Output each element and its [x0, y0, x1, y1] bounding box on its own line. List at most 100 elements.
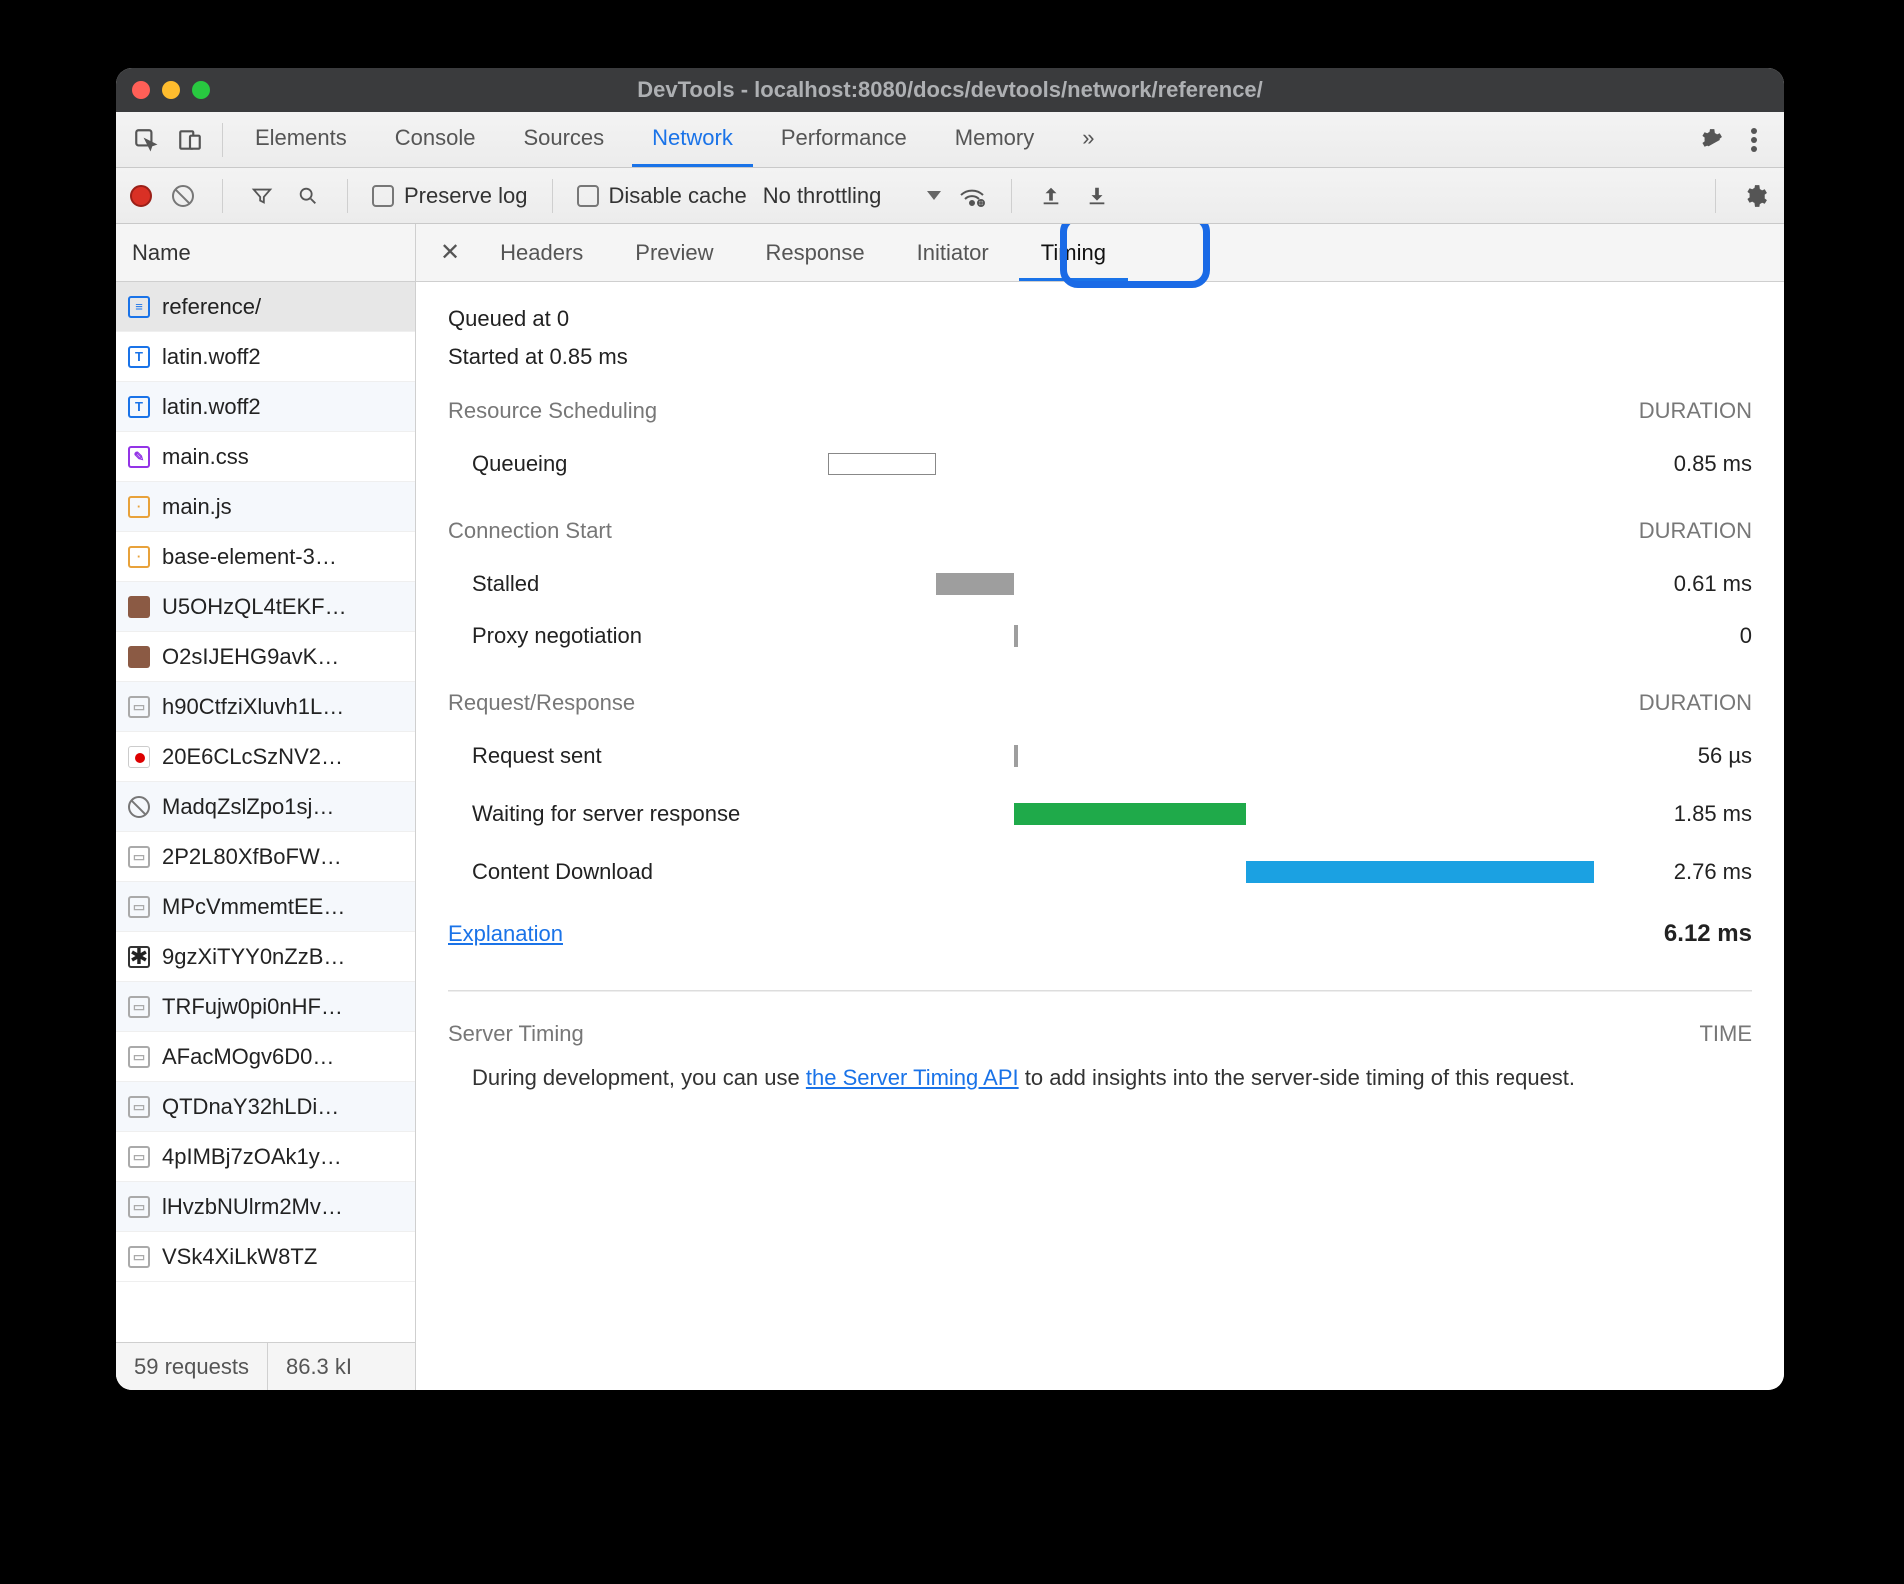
- request-row[interactable]: MadqZslZpo1sj…: [116, 782, 415, 832]
- request-row[interactable]: ·base-element-3…: [116, 532, 415, 582]
- window-zoom[interactable]: [192, 81, 210, 99]
- detail-tab-preview[interactable]: Preview: [613, 224, 735, 281]
- device-toolbar-icon[interactable]: [170, 120, 210, 160]
- request-row[interactable]: ▭lHvzbNUlrm2Mv…: [116, 1182, 415, 1232]
- request-row[interactable]: 20E6CLcSzNV2…: [116, 732, 415, 782]
- request-name: base-element-3…: [162, 544, 337, 570]
- search-icon[interactable]: [293, 181, 323, 211]
- main-toolbar: Elements Console Sources Network Perform…: [116, 112, 1784, 168]
- timing-panel: Queued at 0 Started at 0.85 ms Resource …: [416, 282, 1784, 1390]
- duration-header: DURATION: [1639, 690, 1752, 716]
- window-close[interactable]: [132, 81, 150, 99]
- network-settings-icon[interactable]: [1740, 181, 1770, 211]
- request-name: AFacMOgv6D0…: [162, 1044, 334, 1070]
- window-title: DevTools - localhost:8080/docs/devtools/…: [116, 77, 1784, 103]
- explanation-link[interactable]: Explanation: [448, 921, 563, 947]
- separator: [222, 179, 223, 213]
- tab-console[interactable]: Console: [375, 112, 496, 167]
- separator: [552, 179, 553, 213]
- detail-tab-initiator[interactable]: Initiator: [895, 224, 1011, 281]
- download-har-icon[interactable]: [1082, 181, 1112, 211]
- status-bar: 59 requests 86.3 kI: [116, 1342, 415, 1390]
- row-value: 1.85 ms: [1602, 801, 1752, 827]
- transfer-size: 86.3 kI: [268, 1343, 370, 1390]
- request-name: latin.woff2: [162, 344, 261, 370]
- row-value: 0.85 ms: [1602, 451, 1752, 477]
- tab-performance[interactable]: Performance: [761, 112, 927, 167]
- timing-row-queueing: Queueing 0.85 ms: [448, 438, 1752, 490]
- queued-label: Queued at 0: [448, 306, 1752, 332]
- settings-icon[interactable]: [1690, 120, 1730, 160]
- request-row[interactable]: ▭2P2L80XfBoFW…: [116, 832, 415, 882]
- separator: [1715, 179, 1716, 213]
- request-row[interactable]: ▭AFacMOgv6D0…: [116, 1032, 415, 1082]
- clear-icon[interactable]: [168, 181, 198, 211]
- upload-har-icon[interactable]: [1036, 181, 1066, 211]
- request-row[interactable]: ▭VSk4XiLkW8TZ: [116, 1232, 415, 1282]
- timing-row-download: Content Download 2.76 ms: [448, 846, 1752, 898]
- request-row[interactable]: ▭4pIMBj7zOAk1y…: [116, 1132, 415, 1182]
- timing-summary: Explanation 6.12 ms: [448, 908, 1752, 960]
- note-text: During development, you can use: [472, 1065, 806, 1090]
- separator: [1011, 179, 1012, 213]
- request-row[interactable]: ▭h90CtfziXluvh1L…: [116, 682, 415, 732]
- section-connection-title: Connection Start: [448, 518, 612, 544]
- main-area: Name ≡reference/Tlatin.woff2Tlatin.woff2…: [116, 224, 1784, 1390]
- throttling-value: No throttling: [763, 183, 882, 209]
- request-row[interactable]: ·main.js: [116, 482, 415, 532]
- filter-icon[interactable]: [247, 181, 277, 211]
- total-time: 6.12 ms: [1664, 920, 1752, 948]
- tab-overflow-icon[interactable]: »: [1062, 112, 1114, 167]
- record-button[interactable]: [130, 185, 152, 207]
- row-value: 0: [1602, 623, 1752, 649]
- request-row[interactable]: ≡reference/: [116, 282, 415, 332]
- request-rows: ≡reference/Tlatin.woff2Tlatin.woff2✎main…: [116, 282, 415, 1342]
- detail-tab-timing[interactable]: Timing: [1019, 224, 1128, 281]
- window-minimize[interactable]: [162, 81, 180, 99]
- disable-cache-checkbox[interactable]: Disable cache: [577, 183, 747, 209]
- throttling-select[interactable]: No throttling: [763, 183, 942, 209]
- kebab-menu-icon[interactable]: [1734, 120, 1774, 160]
- request-row[interactable]: Tlatin.woff2: [116, 382, 415, 432]
- request-name: TRFujw0pi0nHF…: [162, 994, 343, 1020]
- column-header-name[interactable]: Name: [116, 224, 415, 282]
- detail-tab-headers[interactable]: Headers: [478, 224, 605, 281]
- request-name: 2P2L80XfBoFW…: [162, 844, 342, 870]
- request-name: latin.woff2: [162, 394, 261, 420]
- row-label: Queueing: [448, 451, 828, 477]
- duration-header: DURATION: [1639, 518, 1752, 544]
- separator: [222, 123, 223, 157]
- network-conditions-icon[interactable]: [957, 181, 987, 211]
- request-name: MPcVmmemtEE…: [162, 894, 345, 920]
- request-row[interactable]: ▭QTDnaY32hLDi…: [116, 1082, 415, 1132]
- row-label: Waiting for server response: [448, 801, 828, 827]
- server-timing-note: During development, you can use the Serv…: [448, 1061, 1752, 1094]
- request-row[interactable]: ✎main.css: [116, 432, 415, 482]
- row-label: Request sent: [448, 743, 828, 769]
- request-list: Name ≡reference/Tlatin.woff2Tlatin.woff2…: [116, 224, 416, 1390]
- request-row[interactable]: U5OHzQL4tEKF…: [116, 582, 415, 632]
- inspect-element-icon[interactable]: [126, 120, 166, 160]
- section-request-title: Request/Response: [448, 690, 635, 716]
- tab-memory[interactable]: Memory: [935, 112, 1054, 167]
- section-scheduling-title: Resource Scheduling: [448, 398, 657, 424]
- request-row[interactable]: ▭TRFujw0pi0nHF…: [116, 982, 415, 1032]
- preserve-log-checkbox[interactable]: Preserve log: [372, 183, 528, 209]
- tab-elements[interactable]: Elements: [235, 112, 367, 167]
- tab-network[interactable]: Network: [632, 112, 753, 167]
- close-icon[interactable]: ✕: [430, 238, 470, 267]
- detail-tabs: ✕ Headers Preview Response Initiator Tim…: [416, 224, 1784, 282]
- tab-sources[interactable]: Sources: [503, 112, 624, 167]
- detail-tab-response[interactable]: Response: [744, 224, 887, 281]
- request-row[interactable]: O2sIJEHG9avK…: [116, 632, 415, 682]
- request-row[interactable]: ▭MPcVmmemtEE…: [116, 882, 415, 932]
- request-name: VSk4XiLkW8TZ: [162, 1244, 317, 1270]
- request-row[interactable]: Tlatin.woff2: [116, 332, 415, 382]
- devtools-window: DevTools - localhost:8080/docs/devtools/…: [116, 68, 1784, 1390]
- requests-count: 59 requests: [116, 1343, 268, 1390]
- row-value: 2.76 ms: [1602, 859, 1752, 885]
- server-timing-api-link[interactable]: the Server Timing API: [806, 1065, 1019, 1090]
- disable-cache-label: Disable cache: [609, 183, 747, 209]
- server-timing-title: Server Timing: [448, 1021, 584, 1047]
- request-row[interactable]: ✱9gzXiTYY0nZzB…: [116, 932, 415, 982]
